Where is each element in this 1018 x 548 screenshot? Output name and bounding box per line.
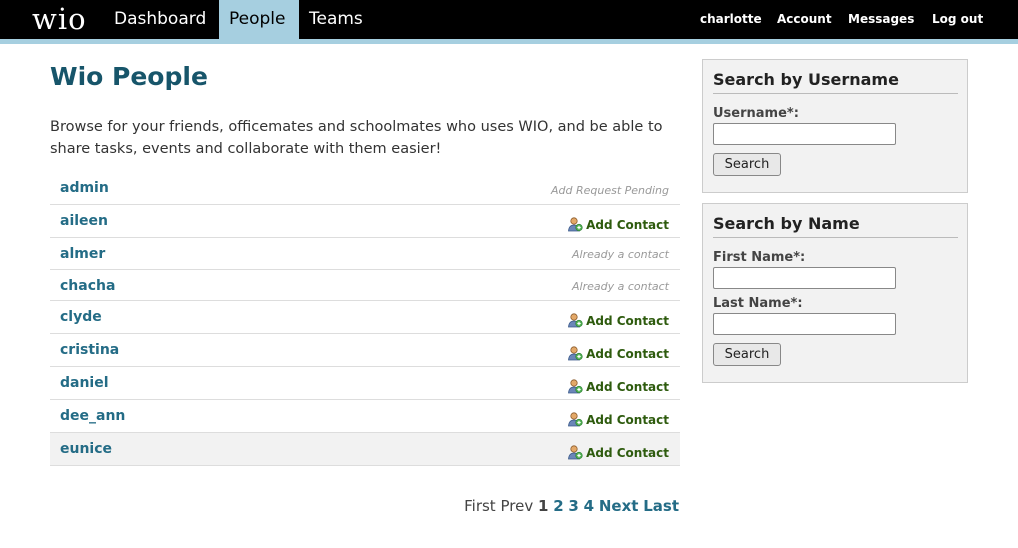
add-contact-label: Add Contact: [586, 380, 669, 394]
add-contact-label: Add Contact: [586, 314, 669, 328]
pagination: First Prev 1 2 3 4 Next Last: [464, 497, 679, 515]
logout-link[interactable]: Log out: [932, 0, 983, 39]
person-name[interactable]: dee_ann: [60, 408, 125, 424]
add-contact-label: Add Contact: [586, 446, 669, 460]
person-name[interactable]: admin: [60, 180, 109, 196]
add-contact-label: Add Contact: [586, 218, 669, 232]
list-item: chacha Already a contact: [50, 270, 680, 301]
username-label: Username*:: [713, 106, 799, 121]
list-item: dee_ann Add Contact: [50, 400, 680, 433]
messages-link[interactable]: Messages: [848, 0, 914, 39]
list-item: daniel Add Contact: [50, 367, 680, 400]
name-search-title: Search by Name: [713, 214, 958, 238]
top-navigation-bar: wio Dashboard People Teams charlotte Acc…: [0, 0, 1018, 39]
person-name[interactable]: eunice: [60, 441, 112, 457]
person-name[interactable]: daniel: [60, 375, 109, 391]
pager-page-3[interactable]: 3: [568, 497, 578, 515]
name-search-button[interactable]: Search: [713, 343, 781, 366]
last-name-input[interactable]: [713, 313, 896, 335]
username-link[interactable]: charlotte: [700, 0, 762, 39]
username-search-button[interactable]: Search: [713, 153, 781, 176]
add-contact-button[interactable]: Add Contact: [567, 444, 669, 460]
add-contact-label: Add Contact: [586, 413, 669, 427]
add-user-icon: [568, 412, 583, 427]
first-name-label: First Name*:: [713, 250, 806, 265]
pager-next[interactable]: Next: [599, 497, 639, 515]
pager-page-2[interactable]: 2: [553, 497, 563, 515]
pager-last[interactable]: Last: [643, 497, 679, 515]
add-user-icon: [568, 445, 583, 460]
person-name[interactable]: chacha: [60, 278, 115, 294]
add-contact-button[interactable]: Add Contact: [567, 312, 669, 328]
list-item: cristina Add Contact: [50, 334, 680, 367]
person-name[interactable]: cristina: [60, 342, 119, 358]
page-title: Wio People: [50, 62, 208, 91]
pager-prev: Prev: [500, 497, 534, 515]
list-item: clyde Add Contact: [50, 301, 680, 334]
add-contact-label: Add Contact: [586, 347, 669, 361]
list-item: aileen Add Contact: [50, 205, 680, 238]
person-name[interactable]: aileen: [60, 213, 108, 229]
account-link[interactable]: Account: [777, 0, 832, 39]
list-item: eunice Add Contact: [50, 433, 680, 466]
tab-teams[interactable]: Teams: [299, 0, 373, 39]
pager-current-page: 1: [537, 497, 549, 515]
pager-page-4[interactable]: 4: [584, 497, 594, 515]
username-search-panel: Search by Username Username*: Search: [702, 59, 968, 193]
add-contact-button[interactable]: Add Contact: [567, 378, 669, 394]
intro-text: Browse for your friends, officemates and…: [50, 119, 663, 157]
wio-logo[interactable]: wio: [32, 2, 87, 36]
add-user-icon: [568, 379, 583, 394]
pager-first: First: [464, 497, 496, 515]
accent-strip: [0, 39, 1018, 44]
first-name-input[interactable]: [713, 267, 896, 289]
name-search-panel: Search by Name First Name*: Last Name*: …: [702, 203, 968, 383]
list-item: almer Already a contact: [50, 238, 680, 270]
person-status: Add Request Pending: [550, 184, 669, 197]
add-contact-button[interactable]: Add Contact: [567, 345, 669, 361]
add-user-icon: [568, 346, 583, 361]
person-name[interactable]: almer: [60, 246, 105, 262]
add-contact-button[interactable]: Add Contact: [567, 411, 669, 427]
add-user-icon: [568, 313, 583, 328]
person-status: Already a contact: [571, 280, 669, 293]
person-status: Already a contact: [571, 248, 669, 261]
username-input[interactable]: [713, 123, 896, 145]
people-list: admin Add Request Pending aileen Add Con…: [50, 174, 680, 466]
tab-dashboard[interactable]: Dashboard: [104, 0, 216, 39]
add-user-icon: [568, 217, 583, 232]
list-item: admin Add Request Pending: [50, 174, 680, 205]
add-contact-button[interactable]: Add Contact: [567, 216, 669, 232]
person-name[interactable]: clyde: [60, 309, 102, 325]
username-search-title: Search by Username: [713, 70, 958, 94]
last-name-label: Last Name*:: [713, 296, 803, 311]
tab-people[interactable]: People: [219, 0, 299, 39]
